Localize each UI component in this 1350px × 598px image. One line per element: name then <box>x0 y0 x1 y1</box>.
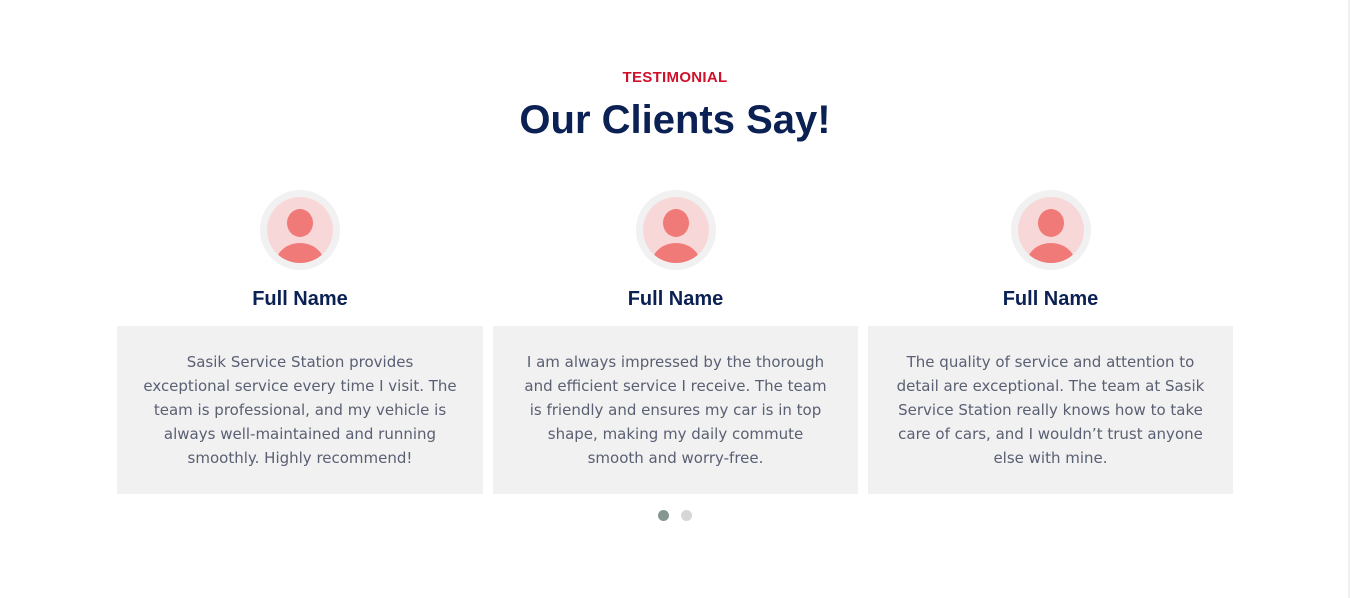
client-name: Full Name <box>252 288 348 310</box>
quote-box: The quality of service and attention to … <box>868 326 1233 494</box>
testimonial-card: Full Name The quality of service and att… <box>868 190 1233 494</box>
testimonial-quote: The quality of service and attention to … <box>896 353 1205 467</box>
avatar <box>1010 190 1091 270</box>
section-title: Our Clients Say! <box>519 98 831 142</box>
testimonial-card: Full Name Sasik Service Station provides… <box>117 190 483 494</box>
carousel-dot-2[interactable] <box>681 510 692 521</box>
testimonial-card: Full Name I am always impressed by the t… <box>493 190 858 494</box>
quote-box: I am always impressed by the thorough an… <box>493 326 858 494</box>
user-avatar-icon <box>1017 197 1084 263</box>
carousel-dot-1[interactable] <box>658 510 669 521</box>
avatar <box>635 190 716 270</box>
testimonial-quote: I am always impressed by the thorough an… <box>524 353 827 467</box>
quote-box: Sasik Service Station provides exception… <box>117 326 483 494</box>
section-eyebrow: TESTIMONIAL <box>622 69 728 86</box>
testimonial-quote: Sasik Service Station provides exception… <box>143 353 457 467</box>
carousel-dots <box>0 508 1350 521</box>
client-name: Full Name <box>1002 288 1099 310</box>
testimonial-section: TESTIMONIAL Our Clients Say! Full Name S… <box>0 0 1350 598</box>
avatar <box>260 190 340 270</box>
user-avatar-icon <box>642 197 709 263</box>
user-avatar-icon <box>267 197 333 263</box>
client-name: Full Name <box>627 288 724 310</box>
testimonial-carousel[interactable]: Full Name Sasik Service Station provides… <box>117 190 1233 494</box>
